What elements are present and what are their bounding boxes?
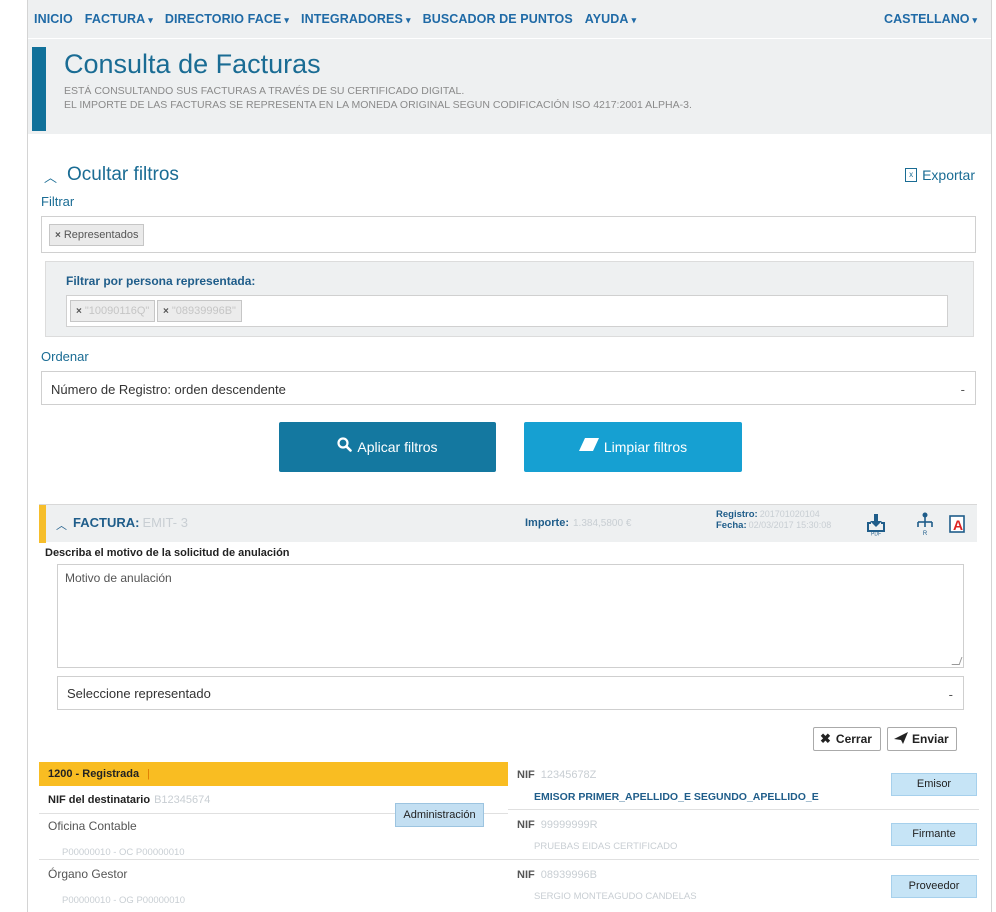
invoice-amount: Importe: 1.384,5800 € xyxy=(525,517,632,529)
represented-filter-title: Filtrar por persona representada: xyxy=(66,274,256,288)
party-row-emisor: NIF 12345678Z EMISOR PRIMER_APELLIDO_E SE… xyxy=(508,762,979,810)
header-subtitle-1: ESTÁ CONSULTANDO SUS FACTURAS A TRAVÉS D… xyxy=(64,85,465,97)
remove-tag-icon[interactable]: × xyxy=(76,306,82,317)
invoice-status-accent xyxy=(39,505,46,543)
invoice-status-row: 1200 - Registrada | xyxy=(39,762,508,786)
page-title: Consulta de Facturas xyxy=(64,49,321,79)
nav-factura[interactable]: FACTURA ▾ xyxy=(85,12,153,26)
party-row-firmante: NIF 99999999R PRUEBAS EIDAS CERTIFICADO F… xyxy=(508,812,979,860)
language-selector[interactable]: CASTELLANO ▾ xyxy=(884,12,977,26)
caret-down-icon: ▾ xyxy=(148,15,153,25)
caret-down-icon: ▾ xyxy=(284,15,290,25)
nav-integradores[interactable]: INTEGRADORES ▾ xyxy=(301,12,411,26)
search-icon xyxy=(337,437,353,457)
nav-buscador-de-puntos[interactable]: BUSCADOR DE PUNTOS xyxy=(423,12,573,26)
excel-file-icon: x xyxy=(905,168,918,182)
administracion-button[interactable]: Administración xyxy=(395,803,484,827)
nav-directorio-face[interactable]: DIRECTORIO FACE ▾ xyxy=(165,12,289,26)
close-button[interactable]: ✖ Cerrar xyxy=(813,727,881,751)
invoice-title: FACTURA: EMIT- 3 xyxy=(73,515,188,530)
chevron-up-icon[interactable]: ︿ xyxy=(56,517,67,533)
emisor-button[interactable]: Emisor xyxy=(891,773,977,796)
clear-filters-button[interactable]: Limpiar filtros xyxy=(524,422,742,472)
select-arrow-icon: - xyxy=(948,687,953,702)
remove-tag-icon[interactable]: × xyxy=(55,230,61,241)
eraser-icon xyxy=(578,438,599,456)
proveedor-button[interactable]: Proveedor xyxy=(891,875,977,898)
party-name: SERGIO MONTEAGUDO CANDELAS xyxy=(534,891,697,902)
nav-inicio[interactable]: INICIO xyxy=(34,12,73,26)
close-icon: ✖ xyxy=(820,731,831,746)
represented-filter-panel: Filtrar por persona representada: × "1009… xyxy=(45,261,974,337)
header-accent-bar xyxy=(32,47,46,131)
download-pdf-icon[interactable]: PDF xyxy=(865,512,887,538)
party-name[interactable]: EMISOR PRIMER_APELLIDO_E SEGUNDO_APELLID… xyxy=(534,791,819,803)
firmante-button[interactable]: Firmante xyxy=(891,823,977,846)
toggle-filters[interactable]: ︿ Ocultar filtros xyxy=(44,164,179,186)
nav-ayuda[interactable]: AYUDA ▾ xyxy=(585,12,636,26)
caret-down-icon: ▾ xyxy=(631,15,637,25)
invoice-registration: Registro: 201701020104 Fecha: 02/03/2017 1… xyxy=(716,509,832,531)
chevron-up-icon: ︿ xyxy=(44,169,58,185)
organo-gestor-row: Órgano Gestor P00000010 - OG P00000010 xyxy=(48,867,186,906)
caret-down-icon: ▾ xyxy=(405,15,411,25)
filter-tags-box[interactable]: × Representados xyxy=(41,216,976,253)
page-frame: INICIO FACTURA ▾ DIRECTORIO FACE ▾ INTEGRA… xyxy=(27,0,992,912)
select-arrow-icon: - xyxy=(960,382,965,397)
sort-select[interactable]: Número de Registro: orden descendente - xyxy=(41,371,976,405)
header-subtitle-2: EL IMPORTE DE LAS FACTURAS SE REPRESENTA… xyxy=(64,99,692,111)
represented-tag[interactable]: × "08939996B" xyxy=(157,300,242,322)
remove-tag-icon[interactable]: × xyxy=(163,306,169,317)
svg-text:PDF: PDF xyxy=(871,532,881,537)
represented-select[interactable]: Seleccione representado - xyxy=(57,676,964,710)
party-name: PRUEBAS EIDAS CERTIFICADO xyxy=(534,841,678,852)
top-navigation: INICIO FACTURA ▾ DIRECTORIO FACE ▾ INTEGRA… xyxy=(28,0,991,38)
filter-label: Filtrar xyxy=(41,194,75,209)
represented-tag[interactable]: × "10090116Q" xyxy=(70,300,156,322)
hierarchy-icon[interactable]: R xyxy=(914,512,936,537)
export-link[interactable]: x Exportar xyxy=(905,167,975,183)
caret-down-icon: ▾ xyxy=(972,15,977,25)
invoice-card-header[interactable]: ︿ FACTURA: EMIT- 3 Importe: 1.384,5800 € R… xyxy=(39,504,977,543)
cancel-reason-label: Describa el motivo de la solicitud de an… xyxy=(45,547,290,559)
svg-text:A: A xyxy=(953,517,963,533)
apply-filters-button[interactable]: Aplicar filtros xyxy=(279,422,496,472)
sort-label: Ordenar xyxy=(41,349,89,364)
represented-tags-input[interactable]: × "10090116Q" × "08939996B" xyxy=(66,295,948,327)
resize-grip-icon[interactable] xyxy=(951,657,963,665)
filter-tag-representados[interactable]: × Representados xyxy=(49,224,145,246)
cancel-reason-textarea[interactable]: Motivo de anulación xyxy=(57,564,964,668)
party-row-proveedor: NIF 08939996B SERGIO MONTEAGUDO CANDELAS … xyxy=(508,862,979,912)
send-icon xyxy=(894,731,908,747)
svg-text:R: R xyxy=(923,531,928,536)
signature-document-icon[interactable]: A xyxy=(947,512,969,536)
page-header: Consulta de Facturas ESTÁ CONSULTANDO SU… xyxy=(28,38,991,134)
send-button[interactable]: Enviar xyxy=(887,727,957,751)
